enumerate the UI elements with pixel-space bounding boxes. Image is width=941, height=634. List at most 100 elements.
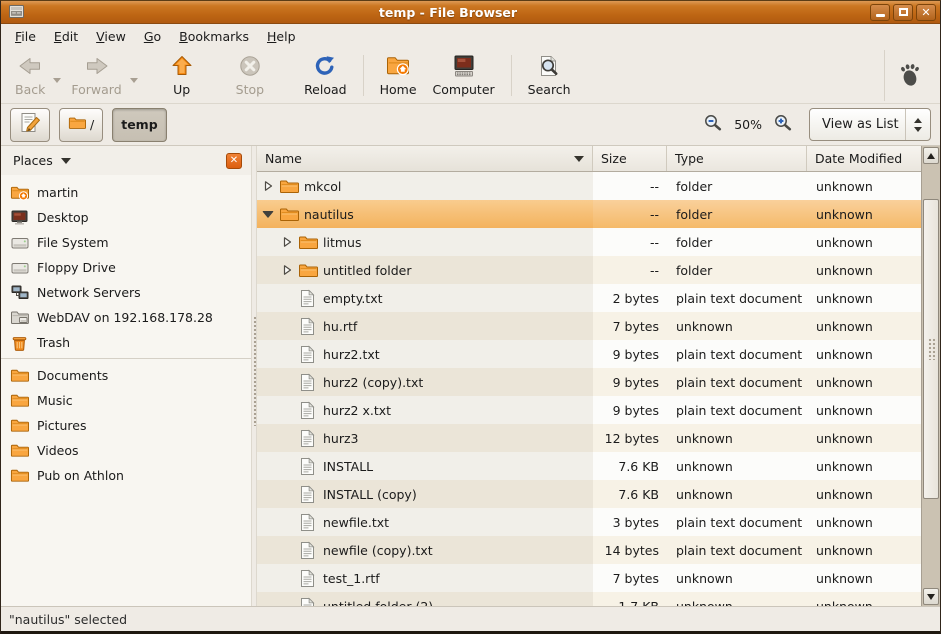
- table-row-hu-rtf[interactable]: hu.rtf7 bytesunknownunknown: [257, 312, 921, 340]
- computer-button[interactable]: Computer: [425, 50, 503, 101]
- table-row-install-copy[interactable]: INSTALL (copy)7.6 KBunknownunknown: [257, 480, 921, 508]
- sidebar-item-martin[interactable]: martin: [1, 180, 251, 205]
- sidebar-item-label: Videos: [37, 443, 79, 458]
- row-expander[interactable]: [280, 264, 294, 276]
- file-name: nautilus: [302, 207, 354, 222]
- view-mode-select[interactable]: View as List: [809, 108, 931, 141]
- file-name: mkcol: [302, 179, 341, 194]
- scrollbar-trough[interactable]: [922, 165, 940, 199]
- table-row-newfile-txt[interactable]: newfile.txt3 bytesplain text documentunk…: [257, 508, 921, 536]
- sidebar-item-videos[interactable]: Videos: [1, 438, 251, 463]
- minimize-button[interactable]: [870, 4, 890, 21]
- table-row-newfile-copy-txt[interactable]: newfile (copy).txt14 bytesplain text doc…: [257, 536, 921, 564]
- menu-view[interactable]: View: [87, 26, 135, 47]
- sidebar-item-desktop[interactable]: Desktop: [1, 205, 251, 230]
- maximize-button[interactable]: [893, 4, 913, 21]
- table-row-install[interactable]: INSTALL7.6 KBunknownunknown: [257, 452, 921, 480]
- sidebar-close-button[interactable]: ✕: [226, 153, 242, 169]
- column-header-name[interactable]: Name: [257, 146, 593, 171]
- file-size: 7.6 KB: [593, 487, 667, 502]
- table-row-empty-txt[interactable]: empty.txt2 bytesplain text documentunkno…: [257, 284, 921, 312]
- zoom-out-button[interactable]: [704, 114, 722, 135]
- sidebar-item-pictures[interactable]: Pictures: [1, 413, 251, 438]
- current-path-button[interactable]: temp: [112, 108, 166, 142]
- menu-go[interactable]: Go: [135, 26, 170, 47]
- chevron-down-icon[interactable]: [61, 158, 71, 164]
- file-date-modified: unknown: [807, 263, 921, 278]
- home-button[interactable]: Home: [372, 50, 425, 101]
- row-expander[interactable]: [280, 236, 294, 248]
- table-row-test-1-rtf[interactable]: test_1.rtf7 bytesunknownunknown: [257, 564, 921, 592]
- sidebar-header: Places ✕: [1, 146, 251, 175]
- status-text: "nautilus" selected: [9, 612, 127, 627]
- back-history-dropdown[interactable]: [53, 50, 63, 101]
- root-path-label: /: [90, 117, 94, 132]
- file-date-modified: unknown: [807, 599, 921, 607]
- scroll-down-button[interactable]: [923, 588, 939, 605]
- table-row-hurz2-x-txt[interactable]: hurz2 x.txt9 bytesplain text documentunk…: [257, 396, 921, 424]
- scrollbar-trough[interactable]: [922, 499, 940, 587]
- throbber: [884, 50, 934, 101]
- text-file-icon: [297, 485, 318, 504]
- drive-icon: [10, 261, 29, 275]
- up-button[interactable]: Up: [162, 50, 202, 101]
- table-row-mkcol[interactable]: mkcol--folderunknown: [257, 172, 921, 200]
- table-row-nautilus[interactable]: nautilus--folderunknown: [257, 200, 921, 228]
- file-name: untitled folder (2): [321, 599, 433, 607]
- stop-button[interactable]: Stop: [228, 50, 272, 101]
- minimize-icon: [876, 14, 885, 17]
- text-file-icon: [300, 513, 315, 532]
- table-row-hurz2-txt[interactable]: hurz2.txt9 bytesplain text documentunkno…: [257, 340, 921, 368]
- column-header-size[interactable]: Size: [593, 146, 667, 171]
- sidebar-item-network-servers[interactable]: Network Servers: [1, 280, 251, 305]
- root-path-button[interactable]: /: [59, 108, 103, 142]
- file-size: 7.6 KB: [593, 459, 667, 474]
- file-type: plain text document: [667, 347, 807, 362]
- file-type: folder: [667, 179, 807, 194]
- vertical-scrollbar[interactable]: [921, 146, 940, 606]
- sidebar-item-file-system[interactable]: File System: [1, 230, 251, 255]
- expander-collapsed-icon[interactable]: [281, 236, 293, 248]
- folder-icon: [10, 443, 29, 458]
- sidebar-item-webdav-on-192-168-178-28[interactable]: WebDAV on 192.168.178.28: [1, 305, 251, 330]
- edit-location-button[interactable]: [10, 108, 50, 142]
- sidebar-item-music[interactable]: Music: [1, 388, 251, 413]
- menu-bookmarks[interactable]: Bookmarks: [170, 26, 258, 47]
- zoom-in-button[interactable]: [774, 114, 792, 135]
- table-row-hurz2-copy-txt[interactable]: hurz2 (copy).txt9 bytesplain text docume…: [257, 368, 921, 396]
- menu-file[interactable]: File: [6, 26, 45, 47]
- table-row-untitled-folder-2[interactable]: untitled folder (2)1.7 KBunknownunknown: [257, 592, 921, 606]
- titlebar[interactable]: temp - File Browser ✕: [1, 1, 940, 24]
- sidebar-item-floppy-drive[interactable]: Floppy Drive: [1, 255, 251, 280]
- table-row-untitled-folder[interactable]: untitled folder--folderunknown: [257, 256, 921, 284]
- forward-button[interactable]: Forward: [63, 50, 129, 101]
- sidebar-item-documents[interactable]: Documents: [1, 363, 251, 388]
- column-header-date-modified[interactable]: Date Modified: [807, 146, 921, 171]
- file-name: untitled folder: [321, 263, 411, 278]
- row-expander[interactable]: [261, 208, 275, 220]
- pane-resize-handle[interactable]: [251, 146, 257, 606]
- expander-collapsed-icon[interactable]: [281, 264, 293, 276]
- menu-edit[interactable]: Edit: [45, 26, 87, 47]
- menu-help[interactable]: Help: [258, 26, 305, 47]
- reload-button[interactable]: Reload: [296, 50, 355, 101]
- sidebar-item-label: Music: [37, 393, 73, 408]
- expander-expanded-icon[interactable]: [262, 208, 274, 220]
- file-size: --: [593, 179, 667, 194]
- sidebar-item-pub-on-athlon[interactable]: Pub on Athlon: [1, 463, 251, 488]
- scrollbar-thumb[interactable]: [923, 199, 939, 499]
- table-row-hurz3[interactable]: hurz312 bytesunknownunknown: [257, 424, 921, 452]
- text-file-icon: [300, 485, 315, 504]
- table-row-litmus[interactable]: litmus--folderunknown: [257, 228, 921, 256]
- back-button[interactable]: Back: [7, 50, 53, 101]
- row-expander[interactable]: [261, 180, 275, 192]
- close-button[interactable]: ✕: [916, 4, 936, 21]
- forward-history-dropdown[interactable]: [130, 50, 140, 101]
- sidebar-item-trash[interactable]: Trash: [1, 330, 251, 355]
- scroll-up-button[interactable]: [923, 147, 939, 164]
- expander-collapsed-icon[interactable]: [262, 180, 274, 192]
- drive-icon: [10, 261, 29, 275]
- column-header-type[interactable]: Type: [667, 146, 807, 171]
- text-file-icon: [300, 457, 315, 476]
- search-button[interactable]: Search: [520, 50, 579, 101]
